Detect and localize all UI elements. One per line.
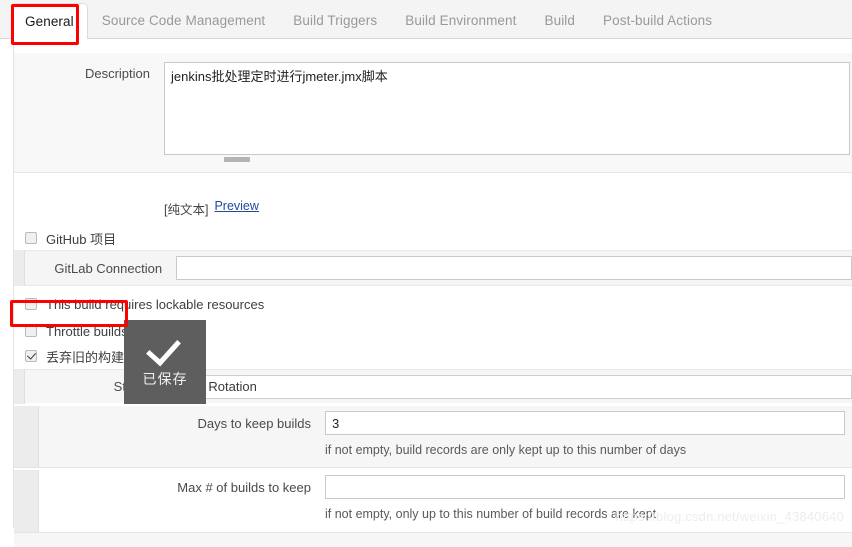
- form-bottom-strip: [14, 532, 852, 547]
- days-to-keep-input[interactable]: [325, 411, 845, 435]
- strategy-select[interactable]: Log Rotation: [176, 374, 852, 399]
- config-tab-bar: General Source Code Management Build Tri…: [0, 0, 852, 39]
- tab-general[interactable]: General: [11, 3, 88, 39]
- github-project-label: GitHub 项目: [46, 231, 117, 247]
- tab-post-build-actions[interactable]: Post-build Actions: [589, 3, 726, 39]
- tab-build-environment[interactable]: Build Environment: [391, 3, 530, 39]
- max-builds-label: Max # of builds to keep: [177, 479, 311, 495]
- github-project-row[interactable]: GitHub 项目: [14, 225, 852, 251]
- general-config-form: Description [纯文本] Preview GitHub 项目 GitL…: [0, 39, 852, 547]
- strategy-nest-indicator: [14, 369, 25, 404]
- tab-build-triggers[interactable]: Build Triggers: [279, 3, 391, 39]
- days-to-keep-help-text: if not empty, build records are only kep…: [325, 443, 687, 457]
- days-to-keep-help-row: if not empty, build records are only kep…: [14, 440, 852, 468]
- description-preview-row: [纯文本] Preview: [14, 199, 852, 221]
- github-project-checkbox[interactable]: [25, 232, 37, 244]
- description-input[interactable]: [164, 62, 850, 155]
- lockable-resources-row[interactable]: This build requires lockable resources: [14, 291, 852, 317]
- description-textarea-wrap: [164, 62, 850, 162]
- lockable-resources-checkbox[interactable]: [25, 298, 37, 310]
- gitlab-connection-label: GitLab Connection: [54, 260, 163, 276]
- throttle-builds-label: Throttle builds: [46, 323, 128, 339]
- tab-source-code-management[interactable]: Source Code Management: [88, 3, 280, 39]
- watermark: https://blog.csdn.net/weixin_43840640: [615, 509, 844, 524]
- gitlab-nest-indicator: [14, 250, 25, 286]
- plaintext-tag: [纯文本]: [164, 203, 209, 217]
- throttle-builds-checkbox[interactable]: [25, 325, 37, 337]
- description-label: Description: [84, 66, 150, 81]
- description-row: Description: [14, 53, 852, 173]
- discard-old-builds-label: 丢弃旧的构建: [46, 349, 125, 365]
- days-to-keep-row: Days to keep builds: [14, 406, 852, 440]
- days-to-keep-label: Days to keep builds: [197, 415, 311, 431]
- discard-old-builds-checkbox[interactable]: [25, 350, 37, 362]
- max-builds-help-text: if not empty, only up to this number of …: [325, 507, 657, 521]
- tab-list: General Source Code Management Build Tri…: [11, 3, 726, 39]
- max-builds-row: Max # of builds to keep: [14, 470, 852, 504]
- gitlab-connection-row: GitLab Connection: [14, 250, 852, 286]
- tab-build[interactable]: Build: [531, 3, 590, 39]
- textarea-resize-handle[interactable]: [224, 157, 250, 162]
- max-nest-indicator: [14, 470, 39, 504]
- preview-link[interactable]: Preview: [214, 199, 258, 213]
- check-icon: [145, 335, 185, 361]
- max-builds-input[interactable]: [325, 475, 845, 499]
- gitlab-connection-input[interactable]: [176, 256, 852, 280]
- days-nest-indicator: [14, 406, 39, 440]
- days-help-nest-indicator: [14, 440, 39, 467]
- saved-toast-label: 已保存: [142, 371, 188, 387]
- lockable-resources-label: This build requires lockable resources: [46, 296, 265, 312]
- saved-toast: 已保存: [124, 320, 206, 404]
